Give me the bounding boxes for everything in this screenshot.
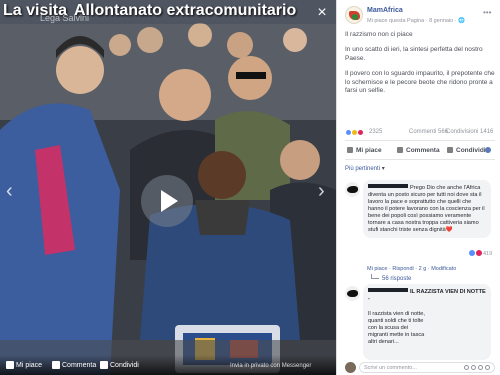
thumb-up-icon [6,361,14,369]
photo-share-label: Condividi [110,361,139,369]
post-meta: Mi piace questa Pagina · 8 gennaio · 🌐 [367,18,465,24]
commenter-name-redacted[interactable] [368,288,408,292]
page-name-link[interactable]: MamAfrica [367,7,403,14]
sticker-icon[interactable] [485,365,490,370]
comment-reaction-count: 419 [483,251,493,257]
comment-icon [397,147,403,153]
photo-action-bar: Mi piace Commenta Condividi Invia in pri… [0,355,336,375]
reaction-summary[interactable]: 2325 Commenti 566 Condivisioni 1416 [345,128,495,138]
love-reaction-icon [476,250,482,256]
comment-bubble: IL RAZZISTA VIEN DI NOTTE - Il razzista … [363,284,491,360]
camera-icon[interactable] [471,365,476,370]
next-photo-icon[interactable]: › [318,180,325,203]
bird-silhouette-icon [347,290,358,297]
comment-sort-dropdown[interactable]: Più pertinenti ▾ [345,165,385,172]
post-text: Il razzismo non ci piace In uno scatto d… [345,31,495,102]
logo-dot [352,14,358,20]
comment-bubble: Prego Dio che anche l'Africa diventa un … [363,180,491,238]
chevron-down-icon: ▾ [381,166,385,172]
post-sidebar: MamAfrica Mi piace questa Pagina · 8 gen… [336,0,500,375]
play-button[interactable] [141,175,193,227]
post-paragraph: Il povero con lo sguardo impaurito, il p… [345,70,495,95]
previous-photo-icon[interactable]: ‹ [6,180,13,203]
reply-arrow-icon [371,274,379,279]
audience-dropdown[interactable] [485,147,491,154]
more-options-icon[interactable]: ••• [483,8,491,17]
view-replies-link[interactable]: 56 risposte [371,274,411,282]
bird-silhouette-icon [347,186,358,193]
watermark-page-name: Lega Salvini [40,13,90,23]
comment-text: Prego Dio che anche l'Africa diventa un … [368,185,485,233]
like-label: Mi piace [356,147,382,154]
comment-reactions[interactable]: 419 [469,250,492,257]
shares-count[interactable]: Condivisioni 1416 [446,129,493,135]
comment-input[interactable]: Scrivi un commento... [359,362,495,373]
play-icon [161,190,178,212]
post-actions: Mi piace Commenta Condividi [345,140,495,160]
send-messenger-link[interactable]: Invia in privato con Messenger [230,363,311,369]
headline-sub: Allontanato extracomunitario [74,2,297,19]
comment-button[interactable]: Commenta [397,147,440,154]
comment-icon [52,361,60,369]
replies-label: 56 risposte [382,276,412,282]
globe-icon [485,147,491,153]
write-comment-row: Scrivi un commento... [345,362,495,375]
commenter-name-redacted[interactable] [368,184,408,188]
photo-comment-button[interactable]: Commenta [52,361,96,369]
commenter-avatar[interactable] [345,286,360,301]
share-button[interactable]: Condividi [447,147,486,154]
page-avatar[interactable] [345,6,363,24]
photo-comment-label: Commenta [62,361,97,369]
share-icon [447,147,453,153]
commenter-avatar[interactable] [345,182,360,197]
thumb-up-icon [347,147,353,153]
facebook-photo-viewer: La visita Allontanato extracomunitario L… [0,0,500,375]
share-icon [100,361,108,369]
like-button[interactable]: Mi piace [347,147,382,154]
comment-actions[interactable]: Mi piace · Rispondi · 2 g · Modificato [367,266,456,272]
comment-input-icons [462,365,490,372]
photo-like-button[interactable]: Mi piace [6,361,42,369]
gif-icon[interactable] [478,365,483,370]
comments-count[interactable]: Commenti 566 [409,129,448,135]
emoji-icon[interactable] [464,365,469,370]
close-icon[interactable]: × [313,4,331,22]
like-reaction-icon [469,250,475,256]
photo-like-label: Mi piace [16,361,43,369]
current-user-avatar [345,362,356,373]
share-label: Condividi [456,147,486,154]
sort-label: Più pertinenti [345,166,381,172]
reaction-count: 2325 [369,129,383,135]
post-header: MamAfrica Mi piace questa Pagina · 8 gen… [345,6,495,28]
post-paragraph: Il razzismo non ci piace [345,31,413,38]
comment-input-placeholder: Scrivi un commento... [364,365,417,371]
comment-label: Commenta [406,147,440,154]
photo-share-button[interactable]: Condividi [100,361,139,369]
post-photo[interactable]: La visita Allontanato extracomunitario L… [0,0,336,375]
comment-text: Il razzista vien di notte, quanti soldi … [368,311,425,345]
post-paragraph: In uno scatto di ieri, la sintesi perfet… [345,46,483,62]
angry-reaction-icon [357,129,364,136]
